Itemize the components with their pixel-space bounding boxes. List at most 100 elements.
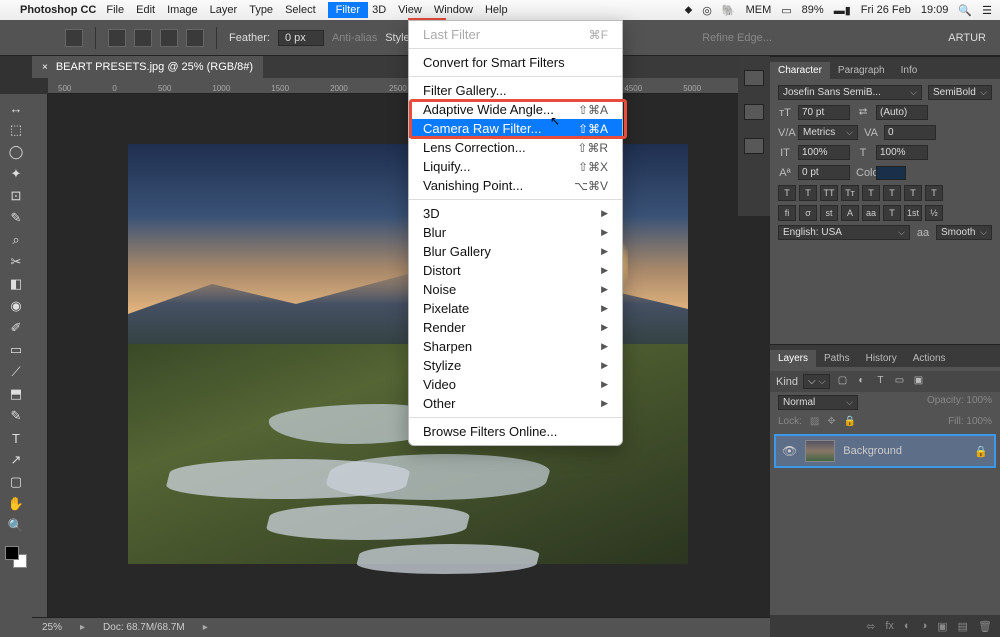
strikethrough-button[interactable]: T bbox=[925, 185, 943, 201]
antialias-select[interactable]: Smooth bbox=[936, 225, 992, 240]
menu-video[interactable]: Video bbox=[409, 375, 622, 394]
menu-camera-raw[interactable]: Camera Raw Filter...⇧⌘A bbox=[409, 119, 622, 138]
filter-adjust-icon[interactable]: ◐ bbox=[854, 375, 868, 389]
menu-help[interactable]: Help bbox=[485, 4, 508, 16]
superscript-button[interactable]: T bbox=[862, 185, 880, 201]
workspace-name[interactable]: ARTUR bbox=[948, 32, 986, 44]
smallcaps-button[interactable]: Tт bbox=[841, 185, 859, 201]
stylistic-button[interactable]: aa bbox=[862, 205, 880, 221]
tool-preset-icon[interactable] bbox=[65, 29, 83, 47]
delete-layer-icon[interactable]: 🗑 bbox=[978, 620, 992, 633]
close-tab-icon[interactable]: × bbox=[42, 62, 48, 73]
discretionary-button[interactable]: st bbox=[820, 205, 838, 221]
quick-select-tool[interactable]: ✦ bbox=[3, 164, 29, 184]
menu-render[interactable]: Render bbox=[409, 318, 622, 337]
shape-tool[interactable]: ▢ bbox=[3, 472, 29, 492]
dodge-tool[interactable]: ⬒ bbox=[3, 384, 29, 404]
menu-pixelate[interactable]: Pixelate bbox=[409, 299, 622, 318]
healing-tool[interactable]: ⌕ bbox=[3, 230, 29, 250]
intersect-selection-icon[interactable] bbox=[186, 29, 204, 47]
zoom-level[interactable]: 25% bbox=[42, 622, 62, 633]
evernote-icon[interactable]: 🐘 bbox=[722, 4, 736, 17]
menu-filter[interactable]: Filter bbox=[328, 2, 368, 18]
tab-paragraph[interactable]: Paragraph bbox=[830, 62, 893, 79]
marquee-tool[interactable]: ⬚ bbox=[3, 120, 29, 140]
filter-shape-icon[interactable]: ▭ bbox=[892, 375, 906, 389]
layer-thumbnail[interactable] bbox=[805, 440, 835, 462]
tab-info[interactable]: Info bbox=[893, 62, 926, 79]
subtract-selection-icon[interactable] bbox=[160, 29, 178, 47]
subscript-button[interactable]: T bbox=[883, 185, 901, 201]
layer-row-background[interactable]: 👁 Background 🔒 bbox=[774, 434, 996, 468]
menu-blur-gallery[interactable]: Blur Gallery bbox=[409, 242, 622, 261]
lock-all-icon[interactable]: 🔒 bbox=[844, 416, 856, 427]
font-size-input[interactable]: 70 pt bbox=[798, 105, 850, 120]
opacity-value[interactable]: 100% bbox=[966, 395, 992, 406]
menu-window[interactable]: Window bbox=[434, 4, 473, 16]
allcaps-button[interactable]: TT bbox=[820, 185, 838, 201]
brush-tool[interactable]: ✂ bbox=[3, 252, 29, 272]
menu-blur[interactable]: Blur bbox=[409, 223, 622, 242]
type-tool[interactable]: T bbox=[3, 428, 29, 448]
menu-other[interactable]: Other bbox=[409, 394, 622, 413]
add-selection-icon[interactable] bbox=[134, 29, 152, 47]
link-layers-icon[interactable]: ⬄ bbox=[866, 620, 875, 633]
blend-mode-select[interactable]: Normal bbox=[778, 395, 858, 410]
menu-sharpen[interactable]: Sharpen bbox=[409, 337, 622, 356]
zoom-tool[interactable]: 🔍 bbox=[3, 516, 29, 536]
menu-noise[interactable]: Noise bbox=[409, 280, 622, 299]
filter-pixel-icon[interactable]: ▢ bbox=[835, 375, 849, 389]
menu-browse-filters[interactable]: Browse Filters Online... bbox=[409, 422, 622, 441]
zoom-arrow-icon[interactable]: ▸ bbox=[80, 622, 85, 633]
anti-alias-checkbox[interactable]: Anti-alias bbox=[332, 32, 377, 44]
menu-layer[interactable]: Layer bbox=[210, 4, 238, 16]
menu-file[interactable]: File bbox=[106, 4, 124, 16]
doc-arrow-icon[interactable]: ▸ bbox=[203, 622, 208, 633]
menu-convert-smart[interactable]: Convert for Smart Filters bbox=[409, 53, 622, 72]
ligatures-button[interactable]: fi bbox=[778, 205, 796, 221]
path-select-tool[interactable]: ↗ bbox=[3, 450, 29, 470]
swash-button[interactable]: A bbox=[841, 205, 859, 221]
menu-image[interactable]: Image bbox=[167, 4, 198, 16]
stamp-tool[interactable]: ◧ bbox=[3, 274, 29, 294]
pen-tool[interactable]: ✎ bbox=[3, 406, 29, 426]
spotlight-icon[interactable]: 🔍 bbox=[958, 4, 972, 17]
menu-filter-gallery[interactable]: Filter Gallery... bbox=[409, 81, 622, 100]
refine-edge-button[interactable]: Refine Edge... bbox=[702, 32, 772, 44]
cc-icon[interactable]: ◎ bbox=[702, 4, 712, 17]
tab-actions[interactable]: Actions bbox=[905, 350, 954, 367]
menu-lens-correction[interactable]: Lens Correction...⇧⌘R bbox=[409, 138, 622, 157]
menu-3d[interactable]: 3D bbox=[409, 204, 622, 223]
app-name[interactable]: Photoshop CC bbox=[20, 4, 96, 16]
bold-button[interactable]: T bbox=[778, 185, 796, 201]
tab-character[interactable]: Character bbox=[770, 62, 830, 79]
history-brush-tool[interactable]: ◉ bbox=[3, 296, 29, 316]
document-tab[interactable]: × BEART PRESETS.jpg @ 25% (RGB/8#) bbox=[32, 56, 263, 78]
collapsed-panel-icon[interactable] bbox=[744, 70, 764, 86]
move-tool[interactable]: ↔ bbox=[3, 98, 29, 118]
italic-button[interactable]: T bbox=[799, 185, 817, 201]
menu-select[interactable]: Select bbox=[285, 4, 316, 16]
fractions-button[interactable]: ½ bbox=[925, 205, 943, 221]
lock-position-icon[interactable]: ✥ bbox=[827, 416, 835, 427]
titling-button[interactable]: T bbox=[883, 205, 901, 221]
leading-input[interactable]: (Auto) bbox=[876, 105, 928, 120]
text-color-swatch[interactable] bbox=[876, 166, 906, 180]
kerning-select[interactable]: Metrics bbox=[798, 125, 858, 140]
menu-liquify[interactable]: Liquify...⇧⌘X bbox=[409, 157, 622, 176]
fill-value[interactable]: 100% bbox=[966, 416, 992, 427]
lasso-tool[interactable]: ◯ bbox=[3, 142, 29, 162]
blur-tool[interactable]: ⟋ bbox=[3, 362, 29, 382]
collapsed-panel-icon[interactable] bbox=[744, 138, 764, 154]
gradient-tool[interactable]: ▭ bbox=[3, 340, 29, 360]
lock-pixels-icon[interactable]: ▨ bbox=[810, 416, 819, 427]
filter-type-icon[interactable]: T bbox=[873, 375, 887, 389]
hscale-input[interactable]: 100% bbox=[876, 145, 928, 160]
menu-type[interactable]: Type bbox=[249, 4, 273, 16]
eraser-tool[interactable]: ✐ bbox=[3, 318, 29, 338]
vscale-input[interactable]: 100% bbox=[798, 145, 850, 160]
font-weight-select[interactable]: SemiBold bbox=[928, 85, 992, 100]
adjustment-layer-icon[interactable]: ◑ bbox=[921, 620, 928, 632]
menu-vanishing-point[interactable]: Vanishing Point...⌥⌘V bbox=[409, 176, 622, 195]
baseline-input[interactable]: 0 pt bbox=[798, 165, 850, 180]
